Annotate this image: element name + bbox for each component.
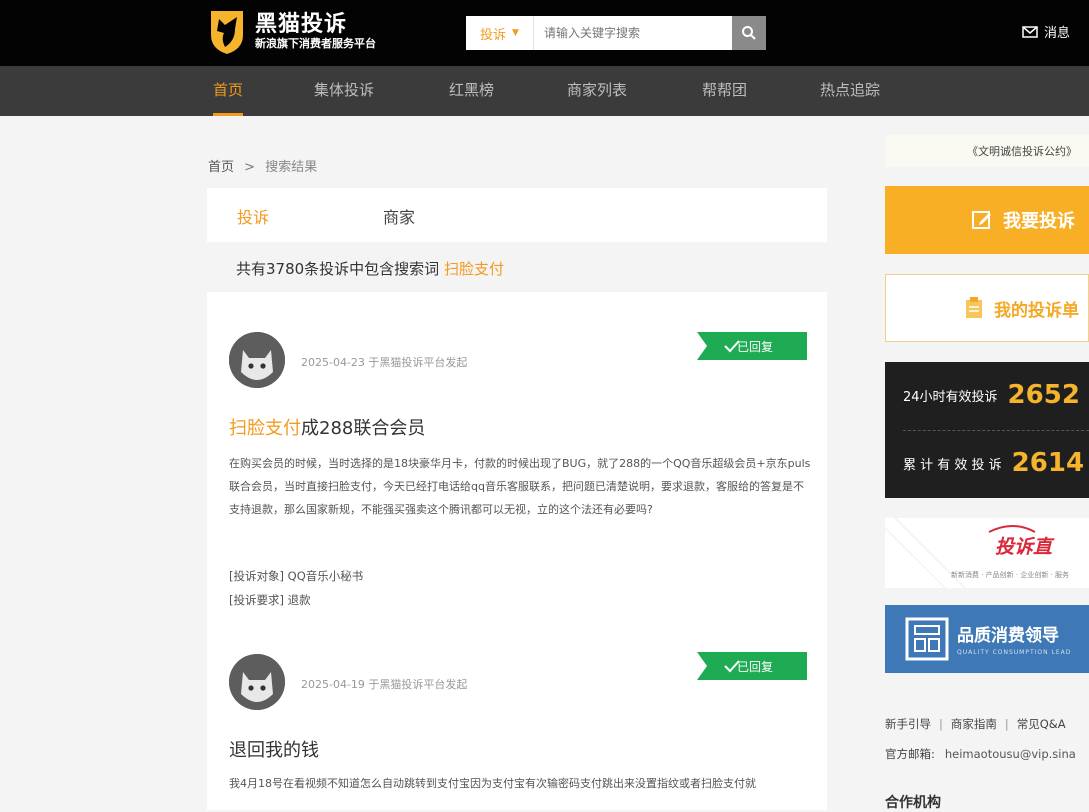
banner1-logo: 投诉直 bbox=[995, 536, 1053, 558]
stat-24h: 24小时有效投诉 2652 bbox=[903, 380, 1080, 410]
official-email: 官方邮箱: heimaotousu@vip.sina bbox=[885, 746, 1076, 762]
complaint-title[interactable]: 退回我的钱 bbox=[229, 736, 319, 762]
nav-item-merchant-list[interactable]: 商家列表 bbox=[567, 66, 627, 116]
clipboard-icon bbox=[966, 297, 982, 318]
complaint-item[interactable]: 2025-04-23 于黑猫投诉平台发起 已回复 扫脸支付成288联合会员 在购… bbox=[207, 292, 827, 622]
file-complaint-button[interactable]: 我要投诉 bbox=[885, 186, 1089, 254]
breadcrumb-separator: > bbox=[244, 160, 256, 175]
logo-subtitle: 新浪旗下消费者服务平台 bbox=[255, 37, 376, 50]
complaint-meta: 2025-04-19 于黑猫投诉平台发起 bbox=[301, 678, 468, 691]
avatar bbox=[229, 332, 285, 388]
cat-avatar-icon bbox=[229, 654, 285, 710]
nav-item-home[interactable]: 首页 bbox=[213, 66, 244, 116]
banner2-title: 品质消费领导 bbox=[957, 626, 1059, 646]
site-logo[interactable]: 黑猫投诉 新浪旗下消费者服务平台 bbox=[207, 8, 422, 56]
complaint-demand-label: [投诉要求] bbox=[229, 593, 284, 607]
sidebar-help-links: 新手引导 | 商家指南 | 常见Q&A bbox=[885, 716, 1066, 732]
edit-icon bbox=[972, 211, 991, 229]
messages-label: 消息 bbox=[1044, 26, 1071, 41]
my-complaints-button[interactable]: 我的投诉单 bbox=[885, 274, 1089, 342]
complaint-target-value[interactable]: QQ音乐小秘书 bbox=[288, 569, 364, 583]
file-complaint-label: 我要投诉 bbox=[1003, 211, 1075, 232]
breadcrumb-home[interactable]: 首页 bbox=[208, 160, 234, 175]
stat-24h-value: 2652 bbox=[1007, 380, 1080, 410]
status-badge-label: 已回复 bbox=[737, 660, 774, 674]
stat-total: 累 计 有 效 投 诉 2614 bbox=[903, 448, 1084, 478]
complaint-title-keyword: 扫脸支付 bbox=[229, 418, 301, 439]
quality-consumption-banner[interactable]: 品质消费领导 QUALITY CONSUMPTION LEAD bbox=[885, 605, 1089, 673]
search-bar: 投诉 ▼ bbox=[466, 16, 766, 50]
complaint-list: 2025-04-23 于黑猫投诉平台发起 已回复 扫脸支付成288联合会员 在购… bbox=[207, 292, 827, 810]
tab-merchants[interactable]: 商家 bbox=[383, 204, 415, 228]
link-beginner-guide[interactable]: 新手引导 bbox=[885, 717, 931, 731]
main-nav: 首页 集体投诉 红黑榜 商家列表 帮帮团 热点追踪 bbox=[0, 66, 1089, 116]
nav-item-help-group[interactable]: 帮帮团 bbox=[702, 66, 747, 116]
status-badge-label: 已回复 bbox=[737, 340, 774, 354]
stats-panel: 24小时有效投诉 2652 累 计 有 效 投 诉 2614 bbox=[885, 362, 1089, 498]
link-merchant-guide[interactable]: 商家指南 bbox=[951, 717, 997, 731]
tab-complaints[interactable]: 投诉 bbox=[237, 204, 269, 228]
search-input[interactable] bbox=[534, 16, 732, 50]
summary-keyword: 扫脸支付 bbox=[443, 260, 504, 278]
banner2-subtitle: QUALITY CONSUMPTION LEAD bbox=[957, 649, 1072, 656]
nav-item-hot-tracking[interactable]: 热点追踪 bbox=[820, 66, 880, 116]
complaint-meta: 2025-04-23 于黑猫投诉平台发起 bbox=[301, 356, 468, 369]
messages-link[interactable]: 消息 bbox=[1022, 22, 1070, 41]
stat-total-label: 累 计 有 效 投 诉 bbox=[903, 457, 1002, 473]
promo-banner-ad[interactable]: 投诉直 新新消费 · 产品创新 · 企业创新 · 服务 bbox=[885, 518, 1089, 588]
logo-title: 黑猫投诉 bbox=[255, 12, 348, 37]
search-icon bbox=[742, 26, 756, 40]
complaint-target: [投诉对象] QQ音乐小秘书 bbox=[229, 568, 363, 584]
stat-total-value: 2614 bbox=[1011, 448, 1085, 478]
complaint-demand-value: 退款 bbox=[287, 593, 311, 607]
complaint-body: 在购买会员的时候，当时选择的是18块豪华月卡，付款的时候出现了BUG，就了288… bbox=[229, 457, 811, 516]
convention-notice-link[interactable]: 《文明诚信投诉公约》 bbox=[885, 135, 1089, 167]
search-button[interactable] bbox=[732, 16, 766, 50]
breadcrumb-current: 搜索结果 bbox=[265, 160, 318, 175]
avatar bbox=[229, 654, 285, 710]
black-cat-shield-icon bbox=[211, 11, 243, 54]
complaint-target-label: [投诉对象] bbox=[229, 569, 284, 583]
link-separator: | bbox=[939, 717, 943, 731]
nav-item-red-black-list[interactable]: 红黑榜 bbox=[449, 66, 494, 116]
stats-divider bbox=[903, 430, 1089, 431]
summary-text: 共有3780条投诉中包含搜索词 bbox=[236, 260, 440, 278]
official-email-label: 官方邮箱: bbox=[885, 747, 935, 761]
complaint-title-text: 退回我的钱 bbox=[229, 740, 319, 761]
my-complaints-label: 我的投诉单 bbox=[994, 300, 1079, 321]
link-faq[interactable]: 常见Q&A bbox=[1017, 717, 1066, 731]
search-type-label: 投诉 bbox=[480, 27, 507, 43]
quality-logo-icon bbox=[905, 617, 949, 661]
nav-item-group-complaint[interactable]: 集体投诉 bbox=[314, 66, 374, 116]
link-separator: | bbox=[1004, 717, 1009, 731]
banner1-subtitle: 新新消费 · 产品创新 · 企业创新 · 服务 bbox=[951, 571, 1070, 579]
complaint-body: 我4月18号在看视频不知道怎么自动跳转到支付宝因为支付宝有次输密码支付跳出来没置… bbox=[229, 777, 756, 790]
status-badge: 已回复 bbox=[697, 652, 807, 680]
result-tabs: 投诉 商家 bbox=[207, 188, 827, 242]
status-badge: 已回复 bbox=[697, 332, 807, 360]
complaint-title[interactable]: 扫脸支付成288联合会员 bbox=[229, 414, 425, 440]
complaint-demand: [投诉要求] 退款 bbox=[229, 592, 311, 608]
complaint-title-text: 成288联合会员 bbox=[301, 418, 426, 439]
top-header: 黑猫投诉 新浪旗下消费者服务平台 投诉 ▼ 消息 bbox=[0, 0, 1089, 66]
breadcrumb: 首页 > 搜索结果 bbox=[208, 156, 317, 175]
partners-heading: 合作机构 bbox=[885, 795, 941, 811]
search-type-select[interactable]: 投诉 ▼ bbox=[466, 16, 534, 50]
search-summary: 共有3780条投诉中包含搜索词 扫脸支付 bbox=[236, 258, 504, 279]
cat-avatar-icon bbox=[229, 332, 285, 388]
envelope-icon bbox=[1022, 25, 1038, 38]
complaint-item[interactable]: 2025-04-19 于黑猫投诉平台发起 已回复 退回我的钱 我4月18号在看视… bbox=[207, 622, 827, 810]
stat-24h-label: 24小时有效投诉 bbox=[903, 389, 998, 405]
chevron-down-icon: ▼ bbox=[512, 28, 519, 38]
official-email-value[interactable]: heimaotousu@vip.sina bbox=[945, 747, 1076, 761]
